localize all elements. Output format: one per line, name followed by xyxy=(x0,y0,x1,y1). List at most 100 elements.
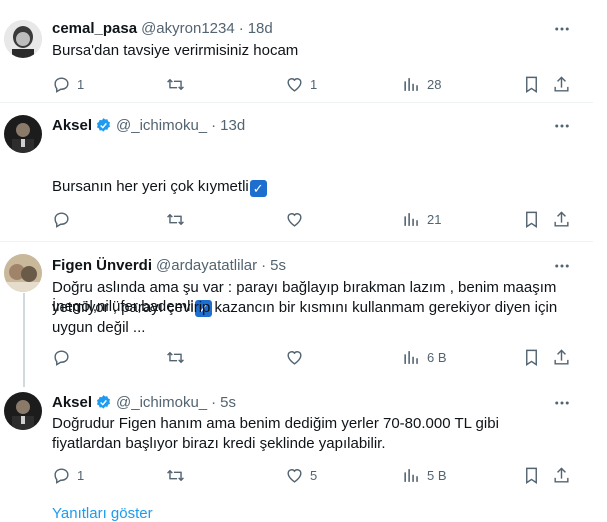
like-button[interactable]: 1 xyxy=(285,75,317,94)
views-icon xyxy=(404,351,418,364)
retweet-button[interactable] xyxy=(166,210,191,229)
heart-icon xyxy=(287,351,302,365)
separator-dot: · xyxy=(261,256,267,274)
post-header: Aksel @_ichimoku_ · 5s xyxy=(52,392,236,412)
action-bar: 6 B xyxy=(52,348,582,370)
post-text: Doğru aslında ama şu var : parayı bağlay… xyxy=(52,279,562,336)
view-count: 21 xyxy=(427,212,442,227)
like-button[interactable] xyxy=(285,210,310,229)
post-aksel-2[interactable]: Aksel @_ichimoku_ · 5s Doğrudur Figen ha… xyxy=(0,382,593,502)
bookmark-icon xyxy=(526,349,537,366)
check-emoji-icon: ✓ xyxy=(249,180,267,197)
reply-icon xyxy=(54,468,69,484)
views-button[interactable]: 28 xyxy=(402,75,441,94)
more-options-icon[interactable] xyxy=(553,117,571,135)
post-header: cemal_pasa @akyron1234 · 18d xyxy=(52,18,273,38)
heart-icon xyxy=(287,213,302,227)
action-bar: 1 5 5 B xyxy=(52,466,582,488)
author-name[interactable]: Figen Ünverdi xyxy=(52,257,152,274)
views-button[interactable]: 6 B xyxy=(402,348,447,367)
retweet-icon xyxy=(167,351,184,364)
author-name[interactable]: Aksel xyxy=(52,394,92,411)
bookmark-button[interactable] xyxy=(522,348,541,367)
bookmark-icon xyxy=(526,76,537,93)
post-time[interactable]: 13d xyxy=(220,117,245,134)
post-text: Doğrudur Figen hanım ama benim dediğim y… xyxy=(52,415,504,452)
post-header: Aksel @_ichimoku_ · 13d xyxy=(52,115,245,135)
view-count: 5 B xyxy=(427,468,447,483)
separator-dot: · xyxy=(238,19,244,37)
share-icon xyxy=(554,76,569,92)
share-icon xyxy=(554,211,569,227)
avatar[interactable] xyxy=(4,254,42,292)
views-icon xyxy=(404,78,418,91)
like-button[interactable] xyxy=(285,348,310,367)
verified-badge-icon xyxy=(97,117,111,132)
post-text: Bursa'dan tavsiye verirmisiniz hocam xyxy=(52,42,299,59)
post-figen[interactable]: Figen Ünverdi @ardayatatlilar · 5s Doğru… xyxy=(0,242,593,382)
like-button[interactable]: 5 xyxy=(285,466,317,485)
post-time[interactable]: 5s xyxy=(220,394,236,411)
more-options-icon[interactable] xyxy=(553,394,571,412)
retweet-button[interactable] xyxy=(166,348,191,367)
author-handle[interactable]: @akyron1234 xyxy=(141,20,235,37)
bookmark-button[interactable] xyxy=(522,466,541,485)
action-bar: 1 1 28 xyxy=(52,75,582,97)
more-options-icon[interactable] xyxy=(553,257,571,275)
like-count: 1 xyxy=(310,77,318,92)
retweet-icon xyxy=(167,469,184,482)
author-handle[interactable]: @_ichimoku_ xyxy=(116,394,207,411)
bookmark-button[interactable] xyxy=(522,75,541,94)
views-button[interactable]: 21 xyxy=(402,210,441,229)
more-options-icon[interactable] xyxy=(553,20,571,38)
reply-button[interactable]: 1 xyxy=(52,466,84,485)
heart-icon xyxy=(287,469,302,483)
reply-icon xyxy=(54,212,69,228)
heart-icon xyxy=(287,78,302,92)
reply-icon xyxy=(54,350,69,366)
post-aksel-1[interactable]: Aksel @_ichimoku_ · 13d Bursanın her yer… xyxy=(0,103,593,317)
reply-icon xyxy=(54,77,69,93)
views-icon xyxy=(404,213,418,226)
post-cemal[interactable]: cemal_pasa @akyron1234 · 18d Bursa'dan t… xyxy=(0,8,593,103)
post-time[interactable]: 18d xyxy=(248,20,273,37)
retweet-button[interactable] xyxy=(166,75,191,94)
share-button[interactable] xyxy=(552,348,571,367)
avatar[interactable] xyxy=(4,20,42,58)
post-header: Figen Ünverdi @ardayatatlilar · 5s xyxy=(52,255,286,275)
reply-button[interactable]: 1 xyxy=(52,75,84,94)
bookmark-icon xyxy=(526,211,537,228)
retweet-icon xyxy=(167,213,184,226)
view-count: 28 xyxy=(427,77,442,92)
reply-count: 1 xyxy=(77,77,85,92)
avatar[interactable] xyxy=(4,392,42,430)
author-name[interactable]: Aksel xyxy=(52,117,92,134)
like-count: 5 xyxy=(310,468,318,483)
post-text-line-1: Bursanın her yeri çok kıymetli xyxy=(52,178,249,195)
reply-count: 1 xyxy=(77,468,85,483)
bookmark-icon xyxy=(526,467,537,484)
separator-dot: · xyxy=(211,116,217,134)
retweet-icon xyxy=(167,78,184,91)
reply-button[interactable] xyxy=(52,348,77,367)
reply-button[interactable] xyxy=(52,210,77,229)
share-button[interactable] xyxy=(552,210,571,229)
separator-dot: · xyxy=(211,393,217,411)
action-bar: 21 xyxy=(52,210,582,232)
view-count: 6 B xyxy=(427,350,447,365)
bookmark-button[interactable] xyxy=(522,210,541,229)
post-time[interactable]: 5s xyxy=(270,257,286,274)
share-icon xyxy=(554,467,569,483)
author-name[interactable]: cemal_pasa xyxy=(52,20,137,37)
views-icon xyxy=(404,469,418,482)
views-button[interactable]: 5 B xyxy=(402,466,447,485)
avatar[interactable] xyxy=(4,115,42,153)
author-handle[interactable]: @_ichimoku_ xyxy=(116,117,207,134)
share-button[interactable] xyxy=(552,75,571,94)
share-button[interactable] xyxy=(552,466,571,485)
show-replies-link[interactable]: Yanıtları göster xyxy=(52,505,153,522)
retweet-button[interactable] xyxy=(166,466,191,485)
author-handle[interactable]: @ardayatatlilar xyxy=(156,257,257,274)
share-icon xyxy=(554,349,569,365)
verified-badge-icon xyxy=(97,394,111,409)
